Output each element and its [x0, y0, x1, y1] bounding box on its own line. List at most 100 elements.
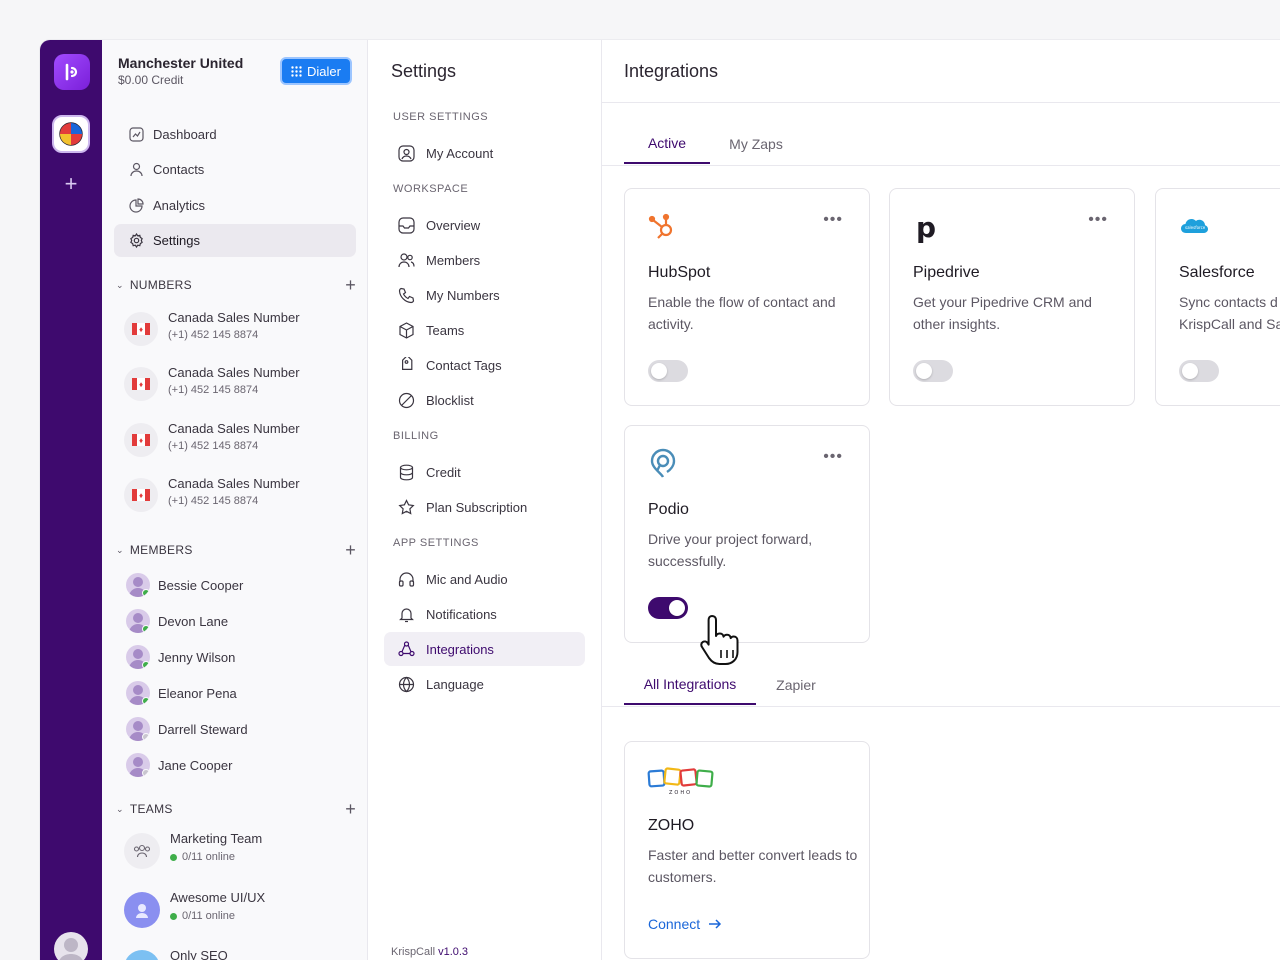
tab-active[interactable]: Active [624, 124, 710, 164]
dashboard-icon [128, 127, 144, 143]
database-icon [397, 463, 415, 481]
svg-text:p: p [916, 211, 936, 243]
member-name: Jane Cooper [158, 757, 233, 773]
dialer-label: Dialer [307, 63, 341, 79]
nav-contacts[interactable]: Contacts [114, 153, 356, 186]
hand-cursor-icon [698, 612, 750, 668]
team-name: Marketing Team [170, 831, 263, 846]
number-phone: (+1) 452 145 8874 [168, 440, 259, 452]
settings-item-label: My Numbers [426, 287, 500, 303]
settings-item-my-numbers[interactable]: My Numbers [384, 278, 585, 312]
integration-toggle[interactable] [648, 360, 688, 382]
page-title: Integrations [624, 61, 719, 81]
settings-item-label: Teams [426, 322, 465, 338]
more-options-icon[interactable]: ••• [823, 449, 843, 465]
integration-description: Drive your project forward, successfully… [648, 531, 813, 569]
zoho-logo-icon: ZOHO [647, 764, 717, 796]
connect-button[interactable]: Connect [648, 916, 722, 932]
sidebar: Manchester United $0.00 Credit Dialer Da… [102, 40, 368, 960]
settings-item-contact-tags[interactable]: Contact Tags [384, 348, 585, 382]
number-name: Canada Sales Number [168, 476, 300, 491]
integration-card-pipedrive: p ••• Pipedrive Get your Pipedrive CRM a… [889, 188, 1135, 406]
number-item[interactable]: ♦ Canada Sales Number (+1) 452 145 8874 [124, 474, 356, 514]
team-item[interactable]: Only SEO [124, 948, 356, 960]
integration-description: Faster and better convert leads to custo… [648, 847, 858, 885]
number-item[interactable]: ♦ Canada Sales Number (+1) 452 145 8874 [124, 363, 356, 403]
app-version-number: v1.0.3 [438, 946, 469, 958]
avatar [126, 753, 150, 777]
settings-item-members[interactable]: Members [384, 243, 585, 277]
settings-panel: Settings USER SETTINGS My Account WORKSP… [368, 40, 602, 960]
settings-title: Settings [391, 61, 457, 81]
number-item[interactable]: ♦ Canada Sales Number (+1) 452 145 8874 [124, 308, 356, 348]
cube-icon [397, 321, 415, 339]
nav-dashboard[interactable]: Dashboard [114, 118, 356, 151]
user-settings-heading: USER SETTINGS [393, 111, 489, 123]
add-team-icon[interactable]: + [345, 799, 356, 820]
dialer-button[interactable]: Dialer [280, 57, 352, 85]
team-item[interactable]: Awesome UI/UX 0/11 online [124, 890, 356, 930]
arrow-right-icon [709, 919, 722, 929]
chevron-down-icon: ⌄ [116, 279, 124, 290]
user-avatar[interactable] [54, 932, 88, 960]
member-item[interactable]: Devon Lane [126, 608, 356, 634]
member-item[interactable]: Eleanor Pena [126, 680, 356, 706]
add-workspace-icon[interactable]: + [60, 173, 82, 195]
integration-toggle[interactable] [913, 360, 953, 382]
settings-item-language[interactable]: Language [384, 667, 585, 701]
settings-item-mic-audio[interactable]: Mic and Audio [384, 562, 585, 596]
teams-heading: TEAMS [129, 802, 173, 816]
tab-my-zaps[interactable]: My Zaps [716, 124, 796, 164]
contacts-icon [128, 162, 144, 178]
settings-item-label: Integrations [426, 641, 494, 657]
integration-name: ZOHO [648, 817, 695, 834]
settings-item-blocklist[interactable]: Blocklist [384, 383, 585, 417]
member-item[interactable]: Darrell Steward [126, 716, 356, 742]
numbers-section-header[interactable]: ⌄ NUMBERS + [116, 275, 356, 296]
teams-section-header[interactable]: ⌄ TEAMS + [116, 799, 356, 820]
billing-heading: BILLING [393, 430, 439, 442]
svg-text:salesforce: salesforce [1185, 225, 1206, 230]
member-item[interactable]: Bessie Cooper [126, 572, 356, 598]
add-member-icon[interactable]: + [345, 540, 356, 561]
globe-icon [397, 675, 415, 693]
settings-item-label: Notifications [426, 606, 497, 622]
more-options-icon[interactable]: ••• [1088, 212, 1108, 228]
members-section-header[interactable]: ⌄ MEMBERS + [116, 540, 356, 561]
settings-item-overview[interactable]: Overview [384, 208, 585, 242]
settings-item-integrations[interactable]: Integrations [384, 632, 585, 666]
nav-settings[interactable]: Settings [114, 224, 356, 257]
workspace-name: Manchester United [118, 55, 244, 71]
settings-item-credit[interactable]: Credit [384, 455, 585, 489]
member-name: Devon Lane [158, 613, 229, 629]
star-icon [397, 498, 415, 516]
number-item[interactable]: ♦ Canada Sales Number (+1) 452 145 8874 [124, 419, 356, 459]
team-item[interactable]: Marketing Team 0/11 online [124, 831, 356, 871]
settings-item-teams[interactable]: Teams [384, 313, 585, 347]
krispcall-logo-icon[interactable] [54, 54, 90, 90]
integration-toggle[interactable] [1179, 360, 1219, 382]
settings-item-notifications[interactable]: Notifications [384, 597, 585, 631]
number-name: Canada Sales Number [168, 310, 300, 325]
avatar [126, 717, 150, 741]
add-number-icon[interactable]: + [345, 275, 356, 296]
header-divider [602, 102, 1280, 103]
integration-toggle[interactable] [648, 597, 688, 619]
nav-analytics[interactable]: Analytics [114, 189, 356, 222]
number-phone: (+1) 452 145 8874 [168, 495, 259, 507]
tab-all-integrations[interactable]: All Integrations [624, 665, 756, 705]
settings-item-my-account[interactable]: My Account [384, 136, 585, 170]
avatar [126, 645, 150, 669]
offline-status-icon [142, 769, 150, 777]
online-status-icon [142, 589, 150, 597]
more-options-icon[interactable]: ••• [823, 212, 843, 228]
settings-item-plan-subscription[interactable]: Plan Subscription [384, 490, 585, 524]
top-tabs: Active My Zaps [624, 124, 1280, 164]
member-item[interactable]: Jenny Wilson [126, 644, 356, 670]
online-dot-icon [170, 853, 177, 861]
integration-card-hubspot: ••• HubSpot Enable the flow of contact a… [624, 188, 870, 406]
member-item[interactable]: Jane Cooper [126, 752, 356, 778]
workspace-switch-icon[interactable] [52, 115, 90, 153]
settings-item-label: Members [426, 252, 481, 268]
tab-zapier[interactable]: Zapier [762, 665, 830, 705]
